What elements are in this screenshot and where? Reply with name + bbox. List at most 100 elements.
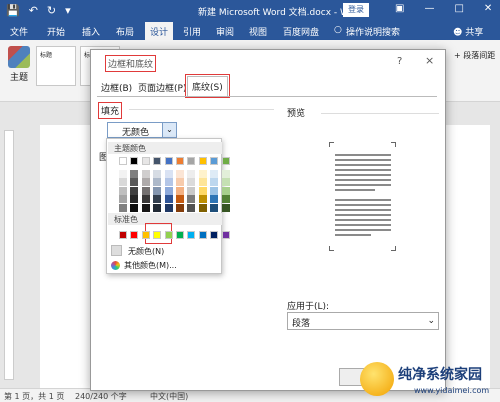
tab-shading[interactable]: 底纹(S) — [185, 74, 230, 98]
theme-shade-swatch[interactable] — [176, 195, 184, 204]
preview-pane[interactable] — [329, 142, 399, 258]
more-colors-option[interactable]: 其他颜色(M)... — [111, 260, 177, 271]
theme-shade-swatch[interactable] — [141, 186, 150, 195]
tab-file[interactable]: 文件 — [10, 25, 28, 38]
undo-icon[interactable]: ↶ — [29, 4, 38, 17]
standard-color-swatch[interactable] — [176, 231, 184, 239]
tab-page-border[interactable]: 页面边框(P) — [138, 81, 186, 94]
standard-color-swatch[interactable] — [164, 231, 173, 239]
theme-shade-swatch[interactable] — [210, 178, 219, 187]
apply-to-select[interactable]: 段落 ⌄ — [287, 312, 439, 330]
standard-color-swatch[interactable] — [210, 231, 219, 239]
theme-color-swatch[interactable] — [187, 157, 196, 165]
tab-layout[interactable]: 布局 — [116, 25, 134, 38]
save-icon[interactable]: 💾 — [6, 4, 20, 17]
theme-shade-swatch[interactable] — [221, 186, 230, 195]
page-count[interactable]: 第 1 页，共 1 页 — [4, 391, 64, 402]
theme-shade-swatch[interactable] — [187, 195, 196, 204]
standard-color-swatch[interactable] — [119, 231, 127, 239]
tab-home[interactable]: 开始 — [47, 25, 65, 38]
theme-shade-swatch[interactable] — [176, 178, 184, 187]
theme-shade-swatch[interactable] — [210, 195, 219, 204]
paragraph-spacing-button[interactable]: + 段落间距 — [454, 50, 495, 61]
theme-shade-swatch[interactable] — [187, 170, 196, 178]
themes-button[interactable]: 主题 — [6, 46, 32, 83]
theme-color-swatch[interactable] — [198, 157, 207, 165]
theme-shade-swatch[interactable] — [187, 203, 196, 212]
theme-shade-swatch[interactable] — [210, 203, 219, 212]
login-button[interactable]: 登录 — [343, 3, 369, 17]
dialog-close-icon[interactable]: × — [425, 54, 434, 67]
theme-shade-swatch[interactable] — [130, 170, 139, 178]
tab-view[interactable]: 视图 — [249, 25, 267, 38]
theme-shade-swatch[interactable] — [221, 195, 230, 204]
standard-color-swatch[interactable] — [187, 231, 196, 239]
theme-shade-swatch[interactable] — [210, 186, 219, 195]
redo-icon[interactable]: ↻ — [47, 4, 56, 17]
maximize-icon[interactable]: □ — [454, 3, 463, 14]
theme-shade-swatch[interactable] — [130, 203, 139, 212]
theme-shade-swatch[interactable] — [198, 170, 207, 178]
theme-shade-swatch[interactable] — [130, 195, 139, 204]
tab-review[interactable]: 审阅 — [216, 25, 234, 38]
theme-shade-swatch[interactable] — [153, 195, 162, 204]
theme-shade-swatch[interactable] — [210, 170, 219, 178]
language-indicator[interactable]: 中文(中国) — [150, 391, 188, 402]
close-icon[interactable]: ✕ — [484, 3, 492, 14]
standard-color-swatch[interactable] — [130, 231, 139, 239]
theme-shade-swatch[interactable] — [198, 186, 207, 195]
tab-borders[interactable]: 边框(B) — [101, 81, 132, 94]
theme-shade-swatch[interactable] — [164, 178, 173, 187]
customize-icon[interactable]: ▾ — [65, 4, 71, 17]
share-button[interactable]: ☻ 共享 — [453, 25, 483, 38]
theme-shade-swatch[interactable] — [119, 170, 127, 178]
minimize-icon[interactable]: — — [424, 3, 434, 14]
theme-shade-swatch[interactable] — [176, 203, 184, 212]
theme-shade-swatch[interactable] — [119, 178, 127, 187]
theme-shade-swatch[interactable] — [153, 186, 162, 195]
word-count[interactable]: 240/240 个字 — [75, 391, 127, 402]
theme-shade-swatch[interactable] — [130, 186, 139, 195]
fill-color-combo[interactable]: 无颜色 ⌄ — [107, 122, 177, 138]
theme-color-swatch[interactable] — [176, 157, 184, 165]
standard-color-swatch[interactable] — [221, 231, 230, 239]
theme-color-swatch[interactable] — [210, 157, 219, 165]
tell-me-search[interactable]: 操作说明搜索 — [346, 25, 400, 38]
theme-color-swatch[interactable] — [141, 157, 150, 165]
tab-references[interactable]: 引用 — [183, 25, 201, 38]
restore-ribbon-icon[interactable]: ▣ — [395, 3, 404, 14]
help-icon[interactable]: ? — [397, 56, 402, 67]
style-set-1[interactable]: 标题 — [36, 46, 76, 86]
theme-shade-swatch[interactable] — [130, 178, 139, 187]
chevron-down-icon[interactable]: ⌄ — [162, 123, 176, 137]
theme-shade-swatch[interactable] — [141, 178, 150, 187]
tab-insert[interactable]: 插入 — [82, 25, 100, 38]
theme-shade-swatch[interactable] — [141, 170, 150, 178]
theme-color-swatch[interactable] — [221, 157, 230, 165]
no-color-option[interactable]: 无颜色(N) — [109, 244, 221, 257]
theme-shade-swatch[interactable] — [198, 178, 207, 187]
theme-shade-swatch[interactable] — [187, 186, 196, 195]
theme-color-swatch[interactable] — [164, 157, 173, 165]
theme-shade-swatch[interactable] — [153, 178, 162, 187]
theme-shade-swatch[interactable] — [119, 186, 127, 195]
theme-shade-swatch[interactable] — [221, 178, 230, 187]
tab-baidu-netdisk[interactable]: 百度网盘 — [283, 25, 319, 38]
theme-shade-swatch[interactable] — [153, 203, 162, 212]
theme-shade-swatch[interactable] — [119, 195, 127, 204]
theme-shade-swatch[interactable] — [141, 195, 150, 204]
theme-shade-swatch[interactable] — [221, 170, 230, 178]
theme-shade-swatch[interactable] — [153, 170, 162, 178]
theme-color-swatch[interactable] — [130, 157, 139, 165]
standard-color-swatch[interactable] — [198, 231, 207, 239]
theme-shade-swatch[interactable] — [164, 170, 173, 178]
standard-color-swatch[interactable] — [141, 231, 150, 239]
theme-color-swatch[interactable] — [119, 157, 127, 165]
theme-color-swatch[interactable] — [153, 157, 162, 165]
theme-shade-swatch[interactable] — [119, 203, 127, 212]
standard-color-swatch[interactable] — [153, 231, 162, 239]
theme-shade-swatch[interactable] — [176, 186, 184, 195]
theme-shade-swatch[interactable] — [141, 203, 150, 212]
theme-shade-swatch[interactable] — [176, 170, 184, 178]
theme-shade-swatch[interactable] — [164, 186, 173, 195]
